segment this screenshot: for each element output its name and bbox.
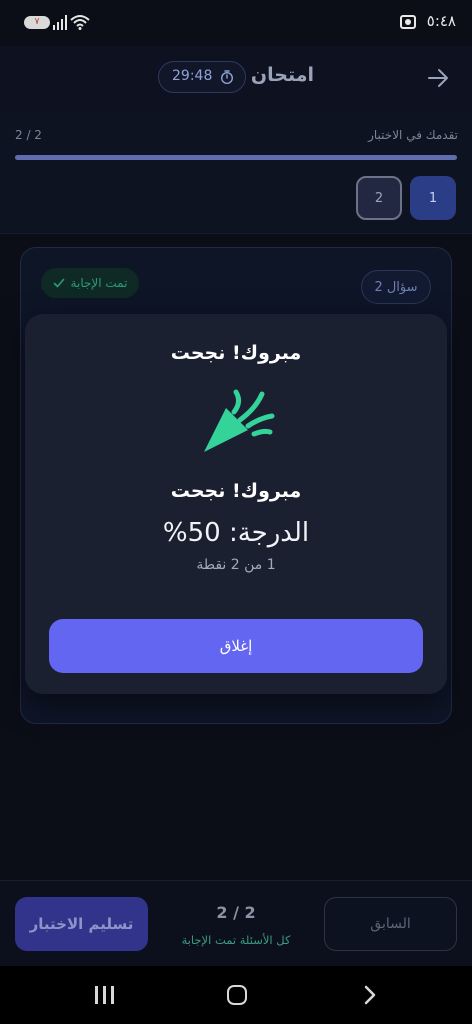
result-modal: مبروك! نجحت مبروك! نجحت الدرجة: 50% 1 من… bbox=[25, 314, 447, 694]
nav-back-icon[interactable] bbox=[360, 985, 380, 1005]
progress-bar-fill bbox=[15, 155, 457, 160]
answered-count: 2 / 2 bbox=[216, 903, 256, 922]
wifi-icon bbox=[70, 15, 90, 30]
page-title: امتحان bbox=[250, 64, 314, 86]
result-heading: مبروك! نجحت bbox=[170, 480, 302, 502]
submit-exam-button[interactable]: تسليم الاختبار bbox=[15, 897, 148, 951]
progress-count: 2 / 2 bbox=[15, 128, 42, 142]
question-badge: سؤال 2 bbox=[361, 270, 431, 304]
battery-icon: ٧ bbox=[24, 16, 50, 29]
battery-level: ٧ bbox=[34, 17, 40, 27]
question-nav-1[interactable]: 1 bbox=[410, 176, 456, 220]
timer-badge: 29:48 bbox=[158, 61, 246, 93]
home-icon[interactable] bbox=[227, 985, 247, 1005]
party-popper-icon bbox=[204, 389, 275, 452]
close-button[interactable]: إغلاق bbox=[49, 619, 423, 673]
bottom-bar: تسليم الاختبار 2 / 2 كل الأسئلة تمت الإج… bbox=[0, 880, 472, 966]
score-text: الدرجة: 50% bbox=[162, 518, 310, 548]
screen-record-icon bbox=[400, 15, 416, 29]
stopwatch-icon bbox=[221, 70, 233, 84]
status-time: ٥:٤٨ bbox=[426, 12, 456, 30]
recents-icon[interactable] bbox=[95, 986, 115, 1004]
system-nav-bar bbox=[0, 966, 472, 1024]
check-icon bbox=[53, 278, 64, 288]
timer-value: 29:48 bbox=[172, 68, 213, 84]
signal-icon bbox=[53, 15, 67, 30]
answered-label: تمت الإجابة bbox=[70, 276, 128, 290]
progress-bar bbox=[15, 155, 457, 160]
answered-status: كل الأسئلة تمت الإجابة bbox=[181, 933, 291, 947]
status-bar: ٧ ٥:٤٨ bbox=[0, 0, 472, 46]
question-nav-2[interactable]: 2 bbox=[356, 176, 402, 220]
modal-title: مبروك! نجحت bbox=[170, 342, 302, 364]
previous-button[interactable]: السابق bbox=[324, 897, 457, 951]
progress-section: تقدمك في الاختبار 2 / 2 1 2 bbox=[0, 112, 472, 234]
progress-label: تقدمك في الاختبار bbox=[368, 128, 458, 142]
points-text: 1 من 2 نقطة bbox=[196, 557, 276, 573]
app-header: امتحان 29:48 bbox=[0, 46, 472, 112]
answered-badge: تمت الإجابة bbox=[41, 268, 139, 298]
back-arrow-icon[interactable] bbox=[426, 66, 450, 90]
